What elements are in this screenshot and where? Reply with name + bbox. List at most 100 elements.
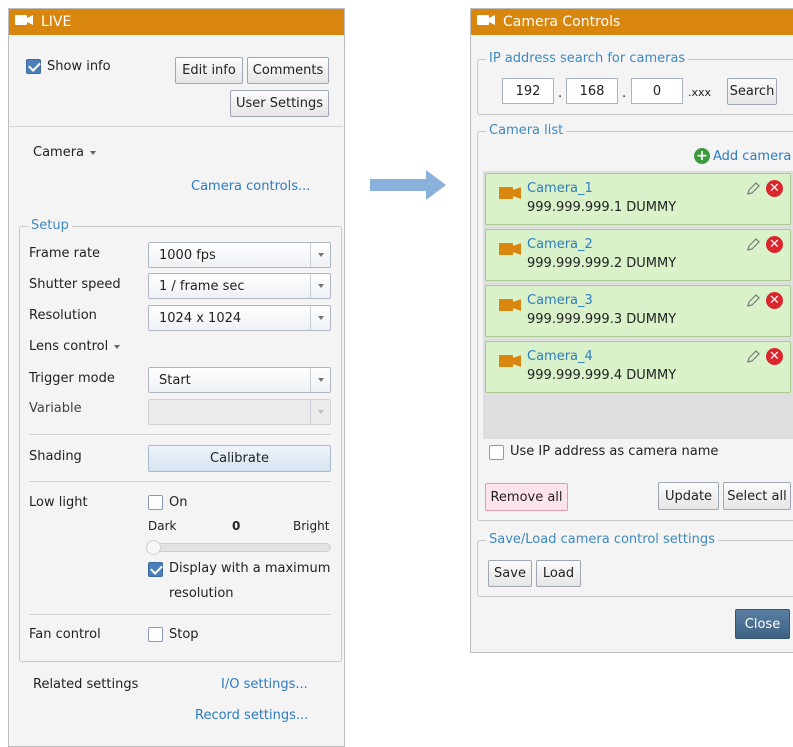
ip-search-legend: IP address search for cameras xyxy=(486,51,689,66)
dark-label: Dark xyxy=(148,519,177,533)
slider-handle[interactable] xyxy=(146,540,161,555)
chevron-down-icon xyxy=(310,306,330,330)
live-titlebar: LIVE xyxy=(9,9,344,35)
pencil-icon[interactable] xyxy=(745,181,761,201)
camera-icon xyxy=(15,14,33,30)
camera-controls-title: Camera Controls xyxy=(503,14,621,30)
chevron-down-icon xyxy=(310,274,330,298)
trigger-mode-value: Start xyxy=(159,372,191,388)
comments-button[interactable]: Comments xyxy=(247,57,329,84)
show-info-label: Show info xyxy=(47,59,111,74)
low-light-on-checkbox[interactable] xyxy=(148,495,163,510)
camera-ip: 999.999.999.1 DUMMY xyxy=(527,200,677,215)
add-icon: + xyxy=(694,148,710,164)
frame-rate-label: Frame rate xyxy=(29,246,101,261)
live-title: LIVE xyxy=(41,14,72,30)
ip-octet-2-input[interactable]: 168 xyxy=(566,78,618,104)
related-settings-label: Related settings xyxy=(33,677,139,692)
fan-stop-checkbox[interactable] xyxy=(148,627,163,642)
max-resolution-label: Display with a maximum xyxy=(169,561,331,576)
variable-select[interactable] xyxy=(148,399,331,425)
save-load-legend: Save/Load camera control settings xyxy=(486,532,718,547)
camera-ip: 999.999.999.3 DUMMY xyxy=(527,312,677,327)
bright-label: Bright xyxy=(293,519,330,533)
fan-control-label: Fan control xyxy=(29,627,101,642)
delete-icon[interactable]: ✕ xyxy=(766,348,783,365)
camera-controls-link[interactable]: Camera controls... xyxy=(191,179,310,194)
resolution-label: Resolution xyxy=(29,308,97,323)
slider-value: 0 xyxy=(232,519,241,533)
camera-name: Camera_3 xyxy=(527,293,593,308)
camera-label: Camera xyxy=(33,145,85,160)
camera-controls-titlebar: Camera Controls xyxy=(471,9,793,35)
record-settings-link[interactable]: Record settings... xyxy=(195,708,308,723)
frame-rate-value: 1000 fps xyxy=(159,247,216,263)
trigger-mode-select[interactable]: Start xyxy=(148,367,331,393)
ip-octet-3-input[interactable]: 0 xyxy=(631,78,683,104)
camera-list-item[interactable]: Camera_3 999.999.999.3 DUMMY ✕ xyxy=(485,285,791,337)
shutter-speed-value: 1 / frame sec xyxy=(159,278,245,294)
camera-dropdown[interactable]: Camera xyxy=(33,145,97,160)
camera-list-legend: Camera list xyxy=(486,123,567,138)
low-light-slider[interactable] xyxy=(146,540,331,555)
chevron-down-icon xyxy=(310,400,330,424)
lens-control-dropdown[interactable]: Lens control xyxy=(29,339,121,354)
remove-all-button[interactable]: Remove all xyxy=(485,483,568,511)
camera-icon xyxy=(499,298,521,316)
max-resolution-checkbox[interactable] xyxy=(148,562,163,577)
camera-list-item[interactable]: Camera_1 999.999.999.1 DUMMY ✕ xyxy=(485,173,791,225)
update-button[interactable]: Update xyxy=(658,482,719,510)
pencil-icon[interactable] xyxy=(745,293,761,313)
camera-list-item[interactable]: Camera_2 999.999.999.2 DUMMY ✕ xyxy=(485,229,791,281)
resolution-select[interactable]: 1024 x 1024 xyxy=(148,305,331,331)
delete-icon[interactable]: ✕ xyxy=(766,236,783,253)
shading-label: Shading xyxy=(29,449,82,464)
camera-name: Camera_2 xyxy=(527,237,593,252)
pencil-icon[interactable] xyxy=(745,237,761,257)
edit-info-button[interactable]: Edit info xyxy=(175,57,243,84)
use-ip-checkbox[interactable] xyxy=(489,445,504,460)
io-settings-link[interactable]: I/O settings... xyxy=(221,677,308,692)
load-button[interactable]: Load xyxy=(536,560,581,587)
divider xyxy=(29,481,331,482)
camera-list-item[interactable]: Camera_4 999.999.999.4 DUMMY ✕ xyxy=(485,341,791,393)
add-camera-button[interactable]: + Add camera xyxy=(694,148,791,164)
close-button[interactable]: Close xyxy=(735,609,790,639)
camera-icon xyxy=(477,14,495,30)
chevron-down-icon xyxy=(310,368,330,392)
low-light-on-label: On xyxy=(169,495,188,510)
ip-suffix: .xxx xyxy=(688,86,712,99)
low-light-label: Low light xyxy=(29,495,88,510)
select-all-button[interactable]: Select all xyxy=(723,482,791,510)
add-camera-label: Add camera xyxy=(713,148,792,164)
save-button[interactable]: Save xyxy=(488,560,532,587)
ip-octet-1-input[interactable]: 192 xyxy=(502,78,554,104)
chevron-down-icon xyxy=(114,344,121,349)
shutter-speed-select[interactable]: 1 / frame sec xyxy=(148,273,331,299)
chevron-down-icon xyxy=(90,150,97,155)
chevron-down-icon xyxy=(310,243,330,267)
search-button[interactable]: Search xyxy=(727,78,777,105)
trigger-mode-label: Trigger mode xyxy=(29,371,115,386)
user-settings-button[interactable]: User Settings xyxy=(230,90,329,117)
frame-rate-select[interactable]: 1000 fps xyxy=(148,242,331,268)
ip-dot: . xyxy=(558,86,563,101)
camera-name: Camera_1 xyxy=(527,181,593,196)
shutter-speed-label: Shutter speed xyxy=(29,277,121,292)
camera-icon xyxy=(499,242,521,260)
setup-legend: Setup xyxy=(28,218,72,233)
divider xyxy=(29,434,331,435)
camera-ip: 999.999.999.4 DUMMY xyxy=(527,368,677,383)
pencil-icon[interactable] xyxy=(745,349,761,369)
calibrate-button[interactable]: Calibrate xyxy=(148,445,331,472)
divider xyxy=(29,614,331,615)
fan-stop-label: Stop xyxy=(169,627,199,642)
ip-dot: . xyxy=(622,86,627,101)
delete-icon[interactable]: ✕ xyxy=(766,292,783,309)
delete-icon[interactable]: ✕ xyxy=(766,180,783,197)
camera-icon xyxy=(499,354,521,372)
resolution-value: 1024 x 1024 xyxy=(159,310,242,326)
camera-name: Camera_4 xyxy=(527,349,593,364)
divider xyxy=(10,126,343,127)
show-info-checkbox[interactable] xyxy=(26,59,41,74)
